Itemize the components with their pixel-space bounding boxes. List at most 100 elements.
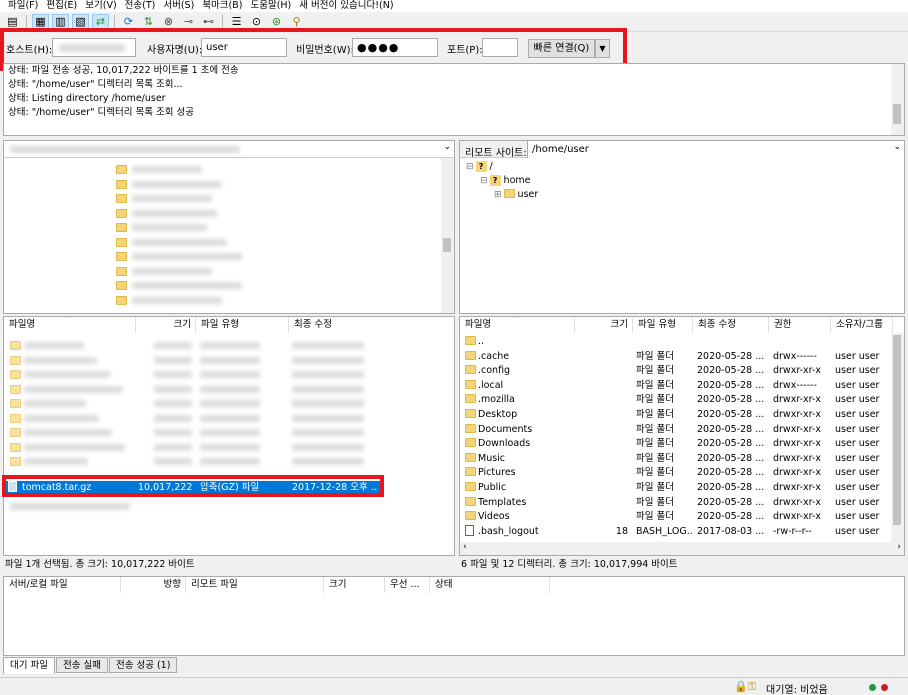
file-type: 파일 폴더 bbox=[636, 511, 674, 523]
remote-list-scrollbar[interactable] bbox=[891, 333, 904, 544]
file-permissions: -rw-r--r-- bbox=[773, 525, 812, 537]
redacted-file-row bbox=[154, 400, 192, 407]
redacted-file-row bbox=[154, 443, 192, 451]
file-owner: user user bbox=[835, 438, 880, 450]
remote-hscrollbar[interactable]: ‹ › bbox=[460, 542, 904, 555]
remote-file-list: 파일명 크기 파일 유형 최종 수정 권한 소유자/그룹 ^ .. .cache 파일 폴더 20… bbox=[459, 316, 905, 556]
file-name: Templates bbox=[478, 496, 527, 508]
column-header[interactable]: 파일 유형 bbox=[633, 317, 693, 333]
tree-expander-icon[interactable]: ⊟ bbox=[480, 176, 488, 186]
file-modified: 2017-08-03 ... bbox=[697, 525, 765, 537]
remote-tree-node[interactable]: ⊞ user bbox=[494, 188, 538, 203]
redacted-file-row bbox=[292, 342, 364, 349]
queue-tabs: 대기 파일 전송 실패 전송 성공 (1) bbox=[3, 657, 178, 674]
folder-icon bbox=[116, 194, 127, 203]
column-header[interactable]: 방향 bbox=[121, 577, 186, 593]
queue-tab[interactable]: 전송 실패 bbox=[55, 657, 108, 673]
column-header[interactable]: 상태 bbox=[430, 577, 550, 593]
remote-file-row[interactable]: .bash_logout 18 BASH_LOG... 2017-08-03 ... -… bbox=[460, 524, 890, 540]
remote-file-row[interactable]: Downloads 파일 폴더 2020-05-28 ... drwxr-xr-x us… bbox=[460, 437, 890, 452]
tree-expander-icon[interactable]: ⊞ bbox=[494, 190, 502, 200]
file-icon bbox=[10, 355, 21, 365]
file-modified: 2020-05-28 ... bbox=[697, 452, 765, 464]
remote-file-row[interactable]: .mozilla 파일 폴더 2020-05-28 ... drwxr-xr-x use… bbox=[460, 393, 890, 408]
remote-file-row[interactable]: .. bbox=[460, 335, 890, 350]
file-icon bbox=[10, 442, 21, 452]
column-header[interactable]: 크기 bbox=[324, 577, 385, 593]
menu-item[interactable]: 서버(S) bbox=[163, 0, 194, 12]
column-header[interactable]: 크기 bbox=[575, 317, 633, 333]
file-type: 파일 폴더 bbox=[636, 452, 674, 464]
remote-tree-node[interactable]: ⊟? home bbox=[480, 174, 530, 189]
remote-file-row[interactable]: Videos 파일 폴더 2020-05-28 ... drwxr-xr-x user … bbox=[460, 510, 890, 525]
toolbar-divider bbox=[222, 14, 223, 29]
activity-indicator-icon bbox=[881, 684, 888, 691]
folder-icon bbox=[465, 379, 479, 394]
menu-item[interactable]: 북마크(B) bbox=[202, 0, 242, 12]
file-type: 파일 폴더 bbox=[636, 438, 674, 450]
redacted-tree-item bbox=[132, 253, 242, 260]
file-icon bbox=[10, 413, 21, 423]
folder-icon bbox=[465, 393, 479, 408]
remote-file-row[interactable]: .local 파일 폴더 2020-05-28 ... drwx------ user … bbox=[460, 379, 890, 394]
remote-file-row[interactable]: Public 파일 폴더 2020-05-28 ... drwxr-xr-x user … bbox=[460, 481, 890, 496]
column-header[interactable]: 최종 수정 bbox=[693, 317, 769, 333]
menu-item[interactable]: 보기(V) bbox=[85, 0, 116, 12]
column-header[interactable]: 크기 bbox=[136, 317, 196, 333]
file-name: Desktop bbox=[478, 409, 518, 420]
file-modified: 2020-05-28 ... bbox=[697, 365, 765, 377]
column-header[interactable]: 소유자/그룹 bbox=[831, 317, 893, 333]
column-header[interactable]: 최종 수정 bbox=[289, 317, 454, 333]
local-file-list: 파일명 크기 파일 유형 최종 수정 ^ tomcat8.tar.gz 10,017,2… bbox=[3, 316, 455, 556]
redacted-file-row bbox=[154, 356, 192, 364]
column-header[interactable]: 권한 bbox=[769, 317, 831, 333]
scroll-left-icon[interactable]: ‹ bbox=[463, 542, 467, 552]
file-name: .. bbox=[478, 336, 485, 347]
file-owner: user user bbox=[835, 394, 880, 406]
remote-file-row[interactable]: Desktop 파일 폴더 2020-05-28 ... drwxr-xr-x user… bbox=[460, 408, 890, 423]
column-header[interactable]: 리모트 파일 bbox=[186, 577, 324, 593]
folder-icon bbox=[116, 252, 127, 261]
file-name: Videos bbox=[478, 511, 510, 523]
remote-file-row[interactable]: .config 파일 폴더 2020-05-28 ... drwxr-xr-x user… bbox=[460, 364, 890, 379]
redacted-tree-item bbox=[132, 238, 227, 246]
file-name: Music bbox=[478, 452, 506, 464]
remote-file-row[interactable]: Templates 파일 폴더 2020-05-28 ... drwxr-xr-x us… bbox=[460, 496, 890, 511]
menu-item[interactable]: 도움말(H) bbox=[250, 0, 291, 12]
remote-path-input[interactable]: /home/user ⌄ bbox=[527, 141, 904, 158]
remote-file-row[interactable]: Pictures 파일 폴더 2020-05-28 ... drwxr-xr-x use… bbox=[460, 466, 890, 481]
local-tree-scrollbar[interactable] bbox=[441, 158, 454, 313]
queue-tab[interactable]: 전송 성공 (1) bbox=[108, 657, 178, 673]
chevron-down-icon[interactable]: ⌄ bbox=[893, 142, 901, 152]
remote-file-row[interactable]: Music 파일 폴더 2020-05-28 ... drwxr-xr-x user u… bbox=[460, 452, 890, 467]
menu-item[interactable]: 편집(E) bbox=[46, 0, 77, 12]
menu-item[interactable]: 파일(F) bbox=[8, 0, 38, 12]
queue-tab[interactable]: 대기 파일 bbox=[3, 657, 55, 674]
redacted-path bbox=[10, 146, 240, 153]
redacted-file-row bbox=[154, 414, 192, 422]
tree-expander-icon[interactable]: ⊟ bbox=[466, 162, 474, 172]
file-modified: 2020-05-28 ... bbox=[697, 467, 765, 479]
remote-file-row[interactable]: .cache 파일 폴더 2020-05-28 ... drwx------ user … bbox=[460, 350, 890, 365]
local-path-bar[interactable]: ⌄ bbox=[4, 141, 454, 158]
log-scrollbar[interactable] bbox=[891, 64, 904, 135]
column-header[interactable]: 파일 유형 bbox=[196, 317, 289, 333]
redacted-file-row bbox=[24, 400, 86, 407]
redacted-file-row bbox=[292, 385, 364, 393]
file-type: 파일 폴더 bbox=[636, 379, 674, 391]
chevron-down-icon[interactable]: ⌄ bbox=[443, 142, 451, 152]
log-line: 상태: "/home/user" 디렉터리 목록 조회 성공 bbox=[8, 107, 194, 118]
remote-file-row[interactable]: Documents 파일 폴더 2020-05-28 ... drwxr-xr-x us… bbox=[460, 423, 890, 438]
file-icon bbox=[10, 399, 21, 408]
file-type: BASH_LOG... bbox=[636, 525, 693, 537]
menu-item[interactable]: 전송(T) bbox=[125, 0, 156, 12]
file-permissions: drwxr-xr-x bbox=[773, 467, 822, 479]
redacted-file-row bbox=[200, 356, 260, 364]
menu-item[interactable]: 새 버전이 있습니다!(N) bbox=[299, 0, 393, 12]
file-name: .local bbox=[478, 379, 504, 391]
remote-tree-node[interactable]: ⊟? / bbox=[466, 160, 493, 175]
redacted-file-row bbox=[24, 356, 97, 364]
redacted-file-row bbox=[200, 342, 260, 349]
column-header[interactable]: 우선 ... bbox=[385, 577, 430, 593]
column-header[interactable]: 서버/로컬 파일 bbox=[4, 577, 121, 593]
